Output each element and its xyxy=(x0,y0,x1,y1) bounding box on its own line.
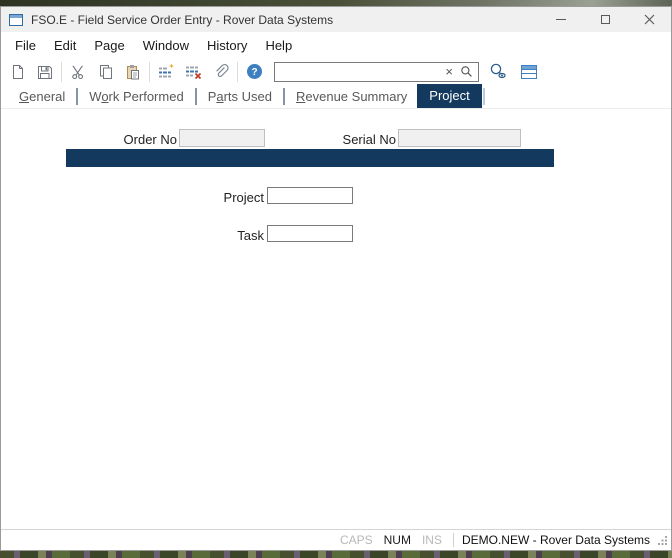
app-window-icon[interactable] xyxy=(9,14,23,26)
order-no-field xyxy=(179,129,265,147)
window-title: FSO.E - Field Service Order Entry - Rove… xyxy=(31,13,333,27)
help-icon: ? xyxy=(246,63,263,80)
tab-project[interactable]: Project xyxy=(417,84,481,108)
connection-status: DEMO.NEW - Rover Data Systems xyxy=(462,533,650,547)
cut-button[interactable] xyxy=(65,60,92,84)
toolbar: ? × xyxy=(1,58,671,85)
menu-page[interactable]: Page xyxy=(85,34,133,57)
delete-line-icon xyxy=(185,63,202,80)
paste-button[interactable] xyxy=(119,60,146,84)
copy-icon xyxy=(98,64,114,80)
menu-window[interactable]: Window xyxy=(134,34,198,57)
app-window: FSO.E - Field Service Order Entry - Rove… xyxy=(0,6,672,551)
save-button[interactable] xyxy=(31,60,58,84)
search-box: × xyxy=(274,62,479,82)
statusbar-separator xyxy=(453,533,454,547)
menu-help[interactable]: Help xyxy=(256,34,301,57)
maximize-button[interactable] xyxy=(583,7,627,32)
caption-buttons xyxy=(539,7,671,32)
close-button[interactable] xyxy=(627,7,671,32)
menubar: File Edit Page Window History Help xyxy=(1,32,671,58)
save-icon xyxy=(37,64,53,80)
paste-icon xyxy=(125,64,141,80)
tab-general[interactable]: General xyxy=(9,86,75,108)
menu-file[interactable]: File xyxy=(6,34,45,57)
insert-line-icon xyxy=(158,63,175,80)
cut-icon xyxy=(71,64,87,80)
task-label: Task xyxy=(184,228,264,243)
tab-separator xyxy=(283,88,285,105)
tab-separator xyxy=(483,88,485,105)
insert-line-button[interactable] xyxy=(153,60,180,84)
clear-icon[interactable]: × xyxy=(445,65,453,78)
caps-indicator: CAPS xyxy=(340,533,373,547)
resize-grip-icon xyxy=(658,535,668,545)
maximize-icon xyxy=(601,15,610,24)
titlebar: FSO.E - Field Service Order Entry - Rove… xyxy=(1,7,671,32)
ins-indicator: INS xyxy=(422,533,442,547)
section-divider-bar xyxy=(66,149,554,167)
project-label: Project xyxy=(184,190,264,205)
project-field[interactable] xyxy=(267,187,353,204)
attachment-button[interactable] xyxy=(207,60,234,84)
project-tab-panel: Order No Serial No Project Task xyxy=(1,109,671,529)
new-button[interactable] xyxy=(4,60,31,84)
resize-grip[interactable] xyxy=(658,535,668,545)
tab-work-performed[interactable]: Work Performed xyxy=(79,86,193,108)
delete-line-button[interactable] xyxy=(180,60,207,84)
toolbar-separator xyxy=(149,62,150,82)
search-icon[interactable] xyxy=(460,65,473,78)
window-layout-icon xyxy=(520,63,538,81)
serial-no-field xyxy=(398,129,521,147)
tab-separator xyxy=(195,88,197,105)
toolbar-separator xyxy=(61,62,62,82)
new-document-icon xyxy=(10,64,26,80)
minimize-icon xyxy=(556,19,566,20)
desktop-wallpaper-bottom xyxy=(0,551,672,558)
menu-edit[interactable]: Edit xyxy=(45,34,85,57)
attachment-icon xyxy=(212,63,229,80)
minimize-button[interactable] xyxy=(539,7,583,32)
tabbar: General Work Performed Parts Used Revenu… xyxy=(1,85,671,109)
search-input[interactable] xyxy=(280,64,443,80)
tab-parts-used[interactable]: Parts Used xyxy=(198,86,282,108)
window-layout-button[interactable] xyxy=(515,60,542,84)
copy-button[interactable] xyxy=(92,60,119,84)
order-no-label: Order No xyxy=(97,132,177,147)
help-button[interactable]: ? xyxy=(241,60,268,84)
close-icon xyxy=(644,14,655,25)
tab-revenue-summary[interactable]: Revenue Summary xyxy=(286,86,417,108)
task-field[interactable] xyxy=(267,225,353,242)
menu-history[interactable]: History xyxy=(198,34,256,57)
toolbar-separator xyxy=(237,62,238,82)
screen: FSO.E - Field Service Order Entry - Rove… xyxy=(0,0,672,558)
lookup-eye-icon xyxy=(488,62,508,81)
svg-text:?: ? xyxy=(251,67,257,78)
num-indicator: NUM xyxy=(384,533,411,547)
lookup-button[interactable] xyxy=(484,60,511,84)
tab-separator xyxy=(76,88,78,105)
statusbar: CAPS NUM INS DEMO.NEW - Rover Data Syste… xyxy=(1,529,671,550)
serial-no-label: Serial No xyxy=(316,132,396,147)
